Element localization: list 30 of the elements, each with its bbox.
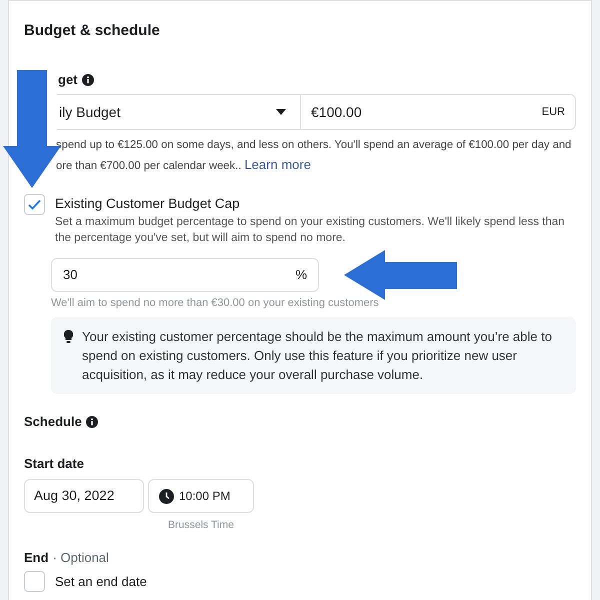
currency-label: EUR: [542, 104, 565, 120]
amount-value: €100.00: [311, 102, 362, 122]
section-title: Budget & schedule: [24, 21, 161, 41]
description-text: Set a maximum budget percentage to spend on your existing customers. We'll likely spend less than the percentage you've set, but will aim to spend no more.: [55, 215, 566, 246]
checkbox[interactable]: [24, 571, 45, 592]
checkbox[interactable]: [24, 194, 45, 215]
budget-label: get: [58, 71, 78, 90]
info-icon: [86, 416, 98, 428]
end-label: End: [24, 548, 49, 567]
help-text: spend up to €125.00 on some days, and less on others. You'll spend an average of €100.00 per day and: [56, 138, 572, 153]
optional-label: · Optional: [52, 548, 109, 567]
caret-icon: [276, 109, 286, 115]
schedule-label: Schedule: [24, 413, 82, 431]
date-field[interactable]: Aug 30, 2022: [24, 479, 144, 513]
info-icon: [82, 74, 94, 86]
learn-more-link[interactable]: Learn more: [244, 157, 311, 172]
check-icon: [28, 199, 41, 210]
lightbulb-icon: [64, 330, 73, 343]
budget-type-dropdown[interactable]: ily Budget: [57, 94, 301, 130]
help-text: ore than €700.00 per calendar week..: [56, 160, 242, 172]
start-date-label: Start date: [24, 454, 85, 472]
clock-icon: [159, 488, 174, 504]
percentage-field[interactable]: 30 %: [51, 258, 319, 292]
note-text: We'll aim to spend no more than €30.00 on your existing customers: [51, 296, 380, 310]
checkbox-label: Set an end date: [55, 573, 147, 591]
budget-amount-field[interactable]: €100.00 EUR: [301, 94, 576, 130]
time-field[interactable]: 10:00 PM: [148, 479, 254, 513]
tip-text: Your existing customer percentage should be the maximum amount you’re able to spend on existing customers. Only use this feature if you prioritize new user acquisition, as it may reduce your overall purchase volume.: [82, 328, 553, 384]
timezone-text: Brussels Time: [168, 518, 234, 533]
checkbox-label: Existing Customer Budget Cap: [55, 195, 241, 213]
